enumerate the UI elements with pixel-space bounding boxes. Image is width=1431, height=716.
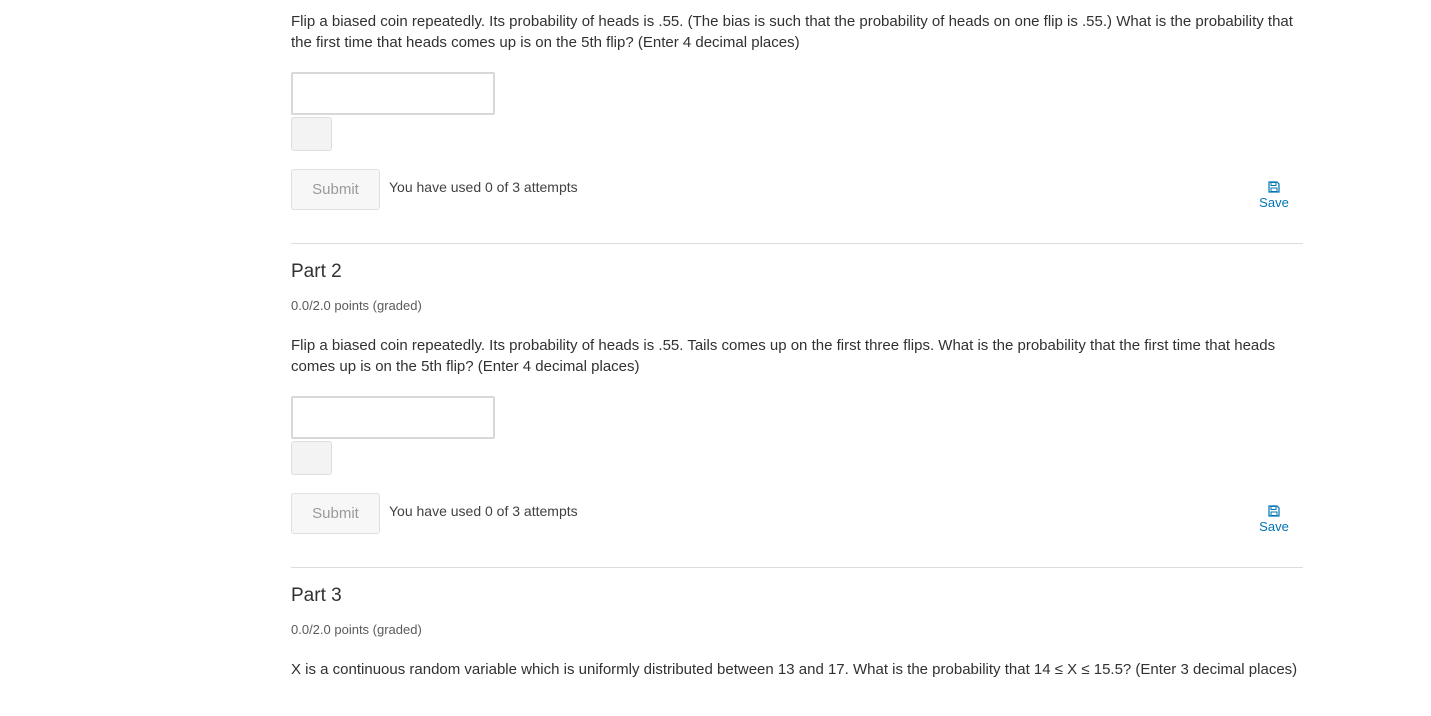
divider bbox=[291, 243, 1303, 244]
part3-points: 0.0/2.0 points (graded) bbox=[291, 622, 422, 637]
part2-answer-input[interactable] bbox=[291, 396, 495, 439]
save-icon bbox=[1268, 505, 1280, 517]
part3-question: X is a continuous random variable which … bbox=[291, 661, 1298, 678]
part3-title: Part 3 bbox=[291, 585, 342, 606]
save-icon bbox=[1268, 181, 1280, 193]
part2-attempts-text: You have used 0 of 3 attempts bbox=[389, 503, 578, 519]
part2-save-button[interactable]: Save bbox=[1249, 505, 1299, 534]
part2-action-row: Submit You have used 0 of 3 attempts Sav… bbox=[291, 493, 1303, 539]
part2-save-label: Save bbox=[1259, 519, 1289, 534]
part2-submit-button[interactable]: Submit bbox=[291, 493, 380, 534]
part2-points: 0.0/2.0 points (graded) bbox=[291, 298, 422, 313]
part1-attempts-text: You have used 0 of 3 attempts bbox=[389, 179, 578, 195]
part1-status-indicator bbox=[291, 117, 332, 151]
part2-status-indicator bbox=[291, 441, 332, 475]
part1-submit-button[interactable]: Submit bbox=[291, 169, 380, 210]
part2-question: Flip a biased coin repeatedly. Its proba… bbox=[291, 337, 1276, 375]
part1-action-row: Submit You have used 0 of 3 attempts Sav… bbox=[291, 169, 1303, 215]
part1-answer-input[interactable] bbox=[291, 72, 495, 115]
part1-save-button[interactable]: Save bbox=[1249, 181, 1299, 210]
part2-title: Part 2 bbox=[291, 261, 342, 282]
divider bbox=[291, 567, 1303, 568]
part1-question: Flip a biased coin repeatedly. Its proba… bbox=[291, 13, 1293, 51]
part1-save-label: Save bbox=[1259, 195, 1289, 210]
